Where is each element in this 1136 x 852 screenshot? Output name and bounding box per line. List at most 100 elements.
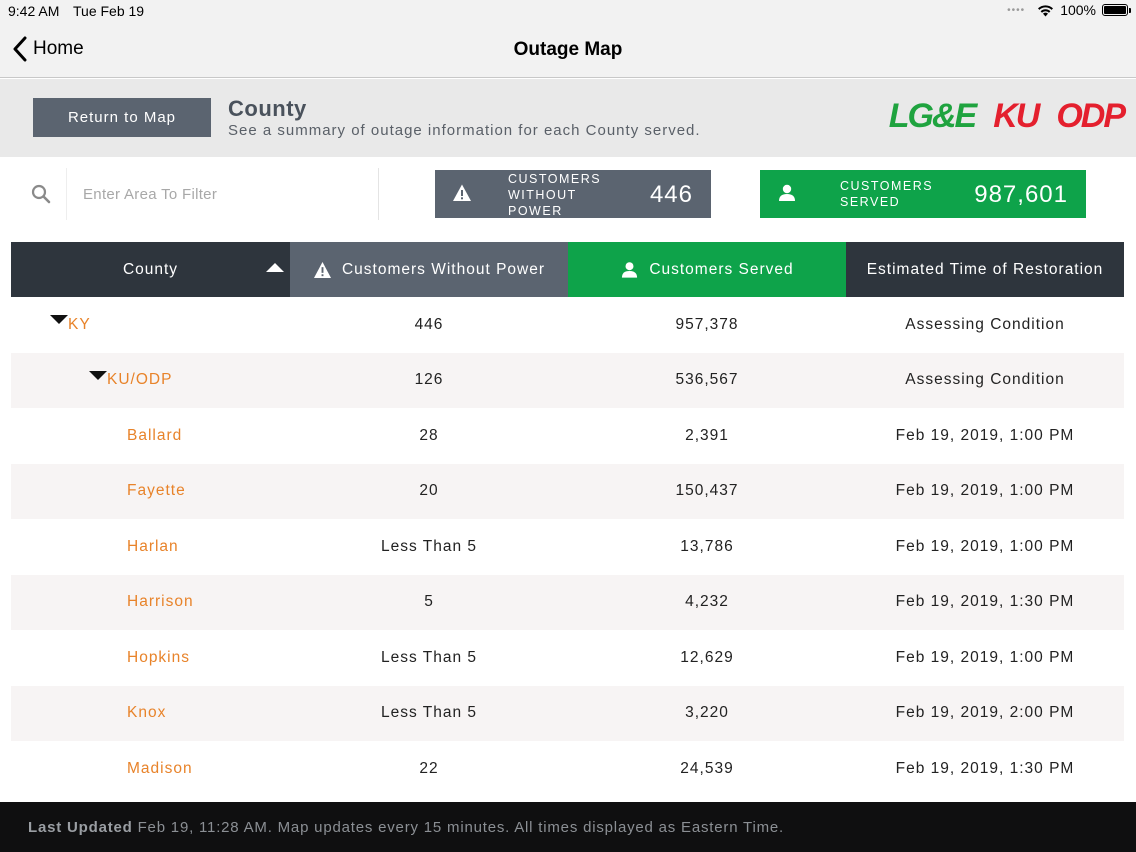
county-name[interactable]: KY xyxy=(50,315,91,334)
column-header-label: Customers Served xyxy=(649,260,794,278)
county-name-label: Knox xyxy=(127,704,167,722)
without-power-cell: Less Than 5 xyxy=(380,537,478,555)
table-row[interactable]: Hopkins Less Than 5 12,629 Feb 19, 2019,… xyxy=(11,630,1124,686)
without-power-cell: 28 xyxy=(419,426,439,444)
etr-cell: Assessing Condition xyxy=(905,371,1065,389)
area-filter xyxy=(15,168,379,220)
county-cell: KU/ODP xyxy=(11,353,290,409)
without-power-cell: 126 xyxy=(414,371,444,389)
served-cell: 536,567 xyxy=(675,371,739,389)
county-name-label: Madison xyxy=(127,759,193,777)
page-title: Outage Map xyxy=(513,39,623,60)
etr-cell: Feb 19, 2019, 1:00 PM xyxy=(895,482,1075,500)
county-name[interactable]: Harrison xyxy=(127,593,194,611)
served-cell: 12,629 xyxy=(680,648,734,666)
county-cell: Hopkins xyxy=(11,630,290,686)
last-updated-label: Last Updated xyxy=(28,819,133,836)
served-cell: 2,391 xyxy=(685,426,729,444)
person-icon xyxy=(779,184,795,201)
customers-without-power-label: CUSTOMERS WITHOUT POWER xyxy=(508,172,602,218)
county-cell: Ballard xyxy=(11,408,290,464)
battery-icon xyxy=(1102,4,1131,16)
customers-served-summary: CUSTOMERS SERVED 987,601 xyxy=(760,170,1086,218)
etr-cell: Feb 19, 2019, 1:00 PM xyxy=(895,426,1075,444)
search-icon[interactable] xyxy=(15,168,67,220)
county-cell: KY xyxy=(11,297,290,353)
section-title: County xyxy=(228,96,307,121)
county-name[interactable]: Harlan xyxy=(127,538,179,556)
county-name[interactable]: Ballard xyxy=(127,427,182,445)
multitasking-dots-icon: •••• xyxy=(1007,4,1026,16)
county-name-label: Ballard xyxy=(127,426,183,444)
return-to-map-button[interactable]: Return to Map xyxy=(33,98,211,137)
odp-logo: ODP xyxy=(1056,97,1126,135)
county-name[interactable]: Madison xyxy=(127,760,193,778)
served-cell: 24,539 xyxy=(680,759,734,777)
wifi-icon xyxy=(1038,4,1054,16)
table-row[interactable]: KU/ODP 126 536,567 Assessing Condition xyxy=(11,352,1124,409)
table-row[interactable]: Harrison 5 4,232 Feb 19, 2019, 1:30 PM xyxy=(11,574,1124,630)
table-row[interactable]: KY 446 957,378 Assessing Condition xyxy=(11,297,1124,353)
county-name-label: Hopkins xyxy=(127,648,190,666)
column-header-county[interactable]: County xyxy=(11,242,290,297)
section-subtitle: See a summary of outage information for … xyxy=(228,122,701,139)
etr-cell: Feb 19, 2019, 1:00 PM xyxy=(895,648,1075,666)
county-name-label: KU/ODP xyxy=(107,371,173,389)
county-name-label: Harlan xyxy=(127,537,179,555)
battery-percent: 100% xyxy=(1060,2,1096,18)
table-row[interactable]: Knox Less Than 5 3,220 Feb 19, 2019, 2:0… xyxy=(11,685,1124,741)
county-name[interactable]: Hopkins xyxy=(127,649,190,667)
etr-cell: Assessing Condition xyxy=(905,315,1065,333)
column-header-without-power[interactable]: Customers Without Power xyxy=(290,242,568,297)
table-row[interactable]: Fayette 20 150,437 Feb 19, 2019, 1:00 PM xyxy=(11,463,1124,520)
served-cell: 4,232 xyxy=(685,593,729,611)
area-filter-input[interactable] xyxy=(83,182,363,206)
status-time: 9:42 AM xyxy=(8,3,60,19)
county-name[interactable]: Knox xyxy=(127,704,166,722)
county-name-label: Harrison xyxy=(127,593,194,611)
table-row[interactable]: Madison 22 24,539 Feb 19, 2019, 1:30 PM xyxy=(11,741,1124,797)
etr-cell: Feb 19, 2019, 1:30 PM xyxy=(895,759,1075,777)
county-name[interactable]: KU/ODP xyxy=(89,370,173,389)
table-row[interactable]: Ballard 28 2,391 Feb 19, 2019, 1:00 PM xyxy=(11,408,1124,464)
etr-cell: Feb 19, 2019, 1:00 PM xyxy=(895,537,1075,555)
county-name-label: KY xyxy=(68,315,91,333)
ku-logo: KU xyxy=(993,97,1040,135)
column-header-etr[interactable]: Estimated Time of Restoration xyxy=(846,242,1124,297)
county-cell: Fayette xyxy=(11,464,290,520)
expand-triangle-icon[interactable] xyxy=(89,370,107,380)
status-bar: 9:42 AM Tue Feb 19 •••• 100% xyxy=(0,0,1136,22)
last-updated-text: Feb 19, 11:28 AM. Map updates every 15 m… xyxy=(137,819,784,836)
without-power-cell: 22 xyxy=(419,759,439,777)
status-indicators: •••• 100% xyxy=(1007,2,1131,18)
served-cell: 957,378 xyxy=(675,315,739,333)
lge-logo: LG&E xyxy=(888,97,977,135)
served-cell: 150,437 xyxy=(675,482,739,500)
county-cell: Madison xyxy=(11,741,290,797)
county-outage-table: County Customers Without Power Customers… xyxy=(11,242,1124,797)
column-header-label: Customers Without Power xyxy=(341,260,546,278)
brand-logos: LG&E KU ODP xyxy=(888,97,1126,135)
etr-cell: Feb 19, 2019, 1:30 PM xyxy=(895,593,1075,611)
table-header: County Customers Without Power Customers… xyxy=(11,242,1124,297)
table-row[interactable]: Harlan Less Than 5 13,786 Feb 19, 2019, … xyxy=(11,519,1124,575)
served-cell: 3,220 xyxy=(685,704,729,722)
warning-icon xyxy=(313,261,332,278)
last-updated-footer: Last Updated Feb 19, 11:28 AM. Map updat… xyxy=(0,802,1136,852)
county-name-label: Fayette xyxy=(127,482,186,500)
without-power-cell: 446 xyxy=(414,315,444,333)
expand-triangle-icon[interactable] xyxy=(50,315,68,325)
county-cell: Harlan xyxy=(11,519,290,575)
without-power-cell: Less Than 5 xyxy=(380,648,478,666)
column-header-label: Estimated Time of Restoration xyxy=(866,260,1104,278)
county-name[interactable]: Fayette xyxy=(127,482,186,500)
navigation-bar: Home Outage Map xyxy=(0,22,1136,78)
without-power-cell: 5 xyxy=(424,593,434,611)
etr-cell: Feb 19, 2019, 2:00 PM xyxy=(895,704,1075,722)
customers-served-label: CUSTOMERS SERVED xyxy=(840,179,934,209)
customers-without-power-summary: CUSTOMERS WITHOUT POWER 446 xyxy=(435,170,711,218)
county-header: Return to Map County See a summary of ou… xyxy=(0,79,1136,157)
customers-served-value: 987,601 xyxy=(974,181,1068,208)
person-icon xyxy=(622,261,638,278)
column-header-served[interactable]: Customers Served xyxy=(568,242,846,297)
